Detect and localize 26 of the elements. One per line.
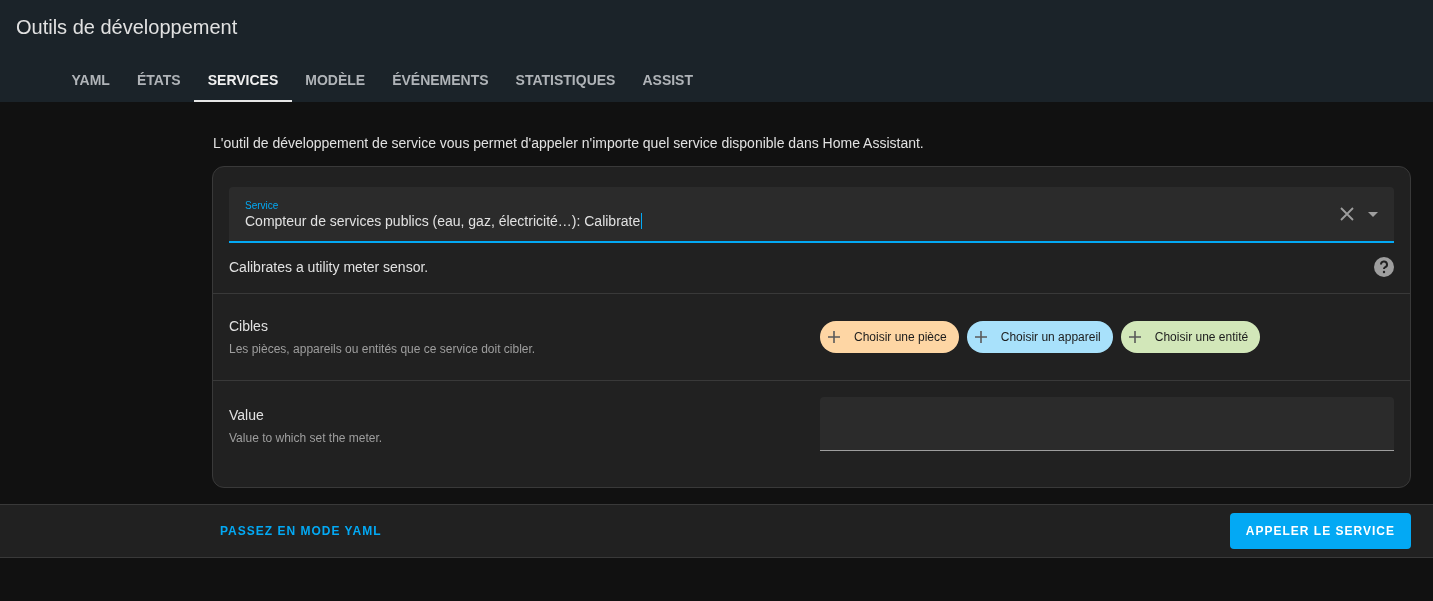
tab[interactable]: MODÈLE [291,60,379,102]
value-title: Value [229,407,265,423]
service-combobox[interactable]: Service Compteur de services publics (eau, gaz, électricité…): Calibrate [229,187,1394,243]
help-icon[interactable] [1374,257,1394,277]
close-icon[interactable] [1340,207,1354,221]
plus-icon [828,331,840,343]
yaml-mode-link[interactable]: PASSEZ EN MODE YAML [220,524,382,538]
targets-title: Cibles [229,318,269,334]
tab[interactable]: ASSIST [628,60,707,102]
value-input-field[interactable] [820,397,1394,451]
plus-icon [1128,331,1141,343]
target-chip[interactable]: Choisir un appareil [966,321,1113,353]
tab[interactable]: YAML [58,60,124,102]
intro-text: L'outil de développement de service vous permet d'appeler n'importe quel service disponible dans Home Assistant. [213,135,925,151]
plus-icon [974,331,987,343]
targets-description: Les pièces, appareils ou entités que ce service doit cibler. [229,342,537,356]
tab[interactable]: ÉTATS [123,60,195,102]
target-chip[interactable]: Choisir une entité [1120,321,1261,353]
tab[interactable]: ÉVÉNEMENTS [378,60,503,102]
target-chip[interactable]: Choisir une pièce [820,321,959,353]
service-description: Calibrates a utility meter sensor. [229,259,429,275]
tab[interactable]: SERVICES [194,60,292,102]
page-title: Outils de développement [15,15,239,40]
value-description: Value to which set the meter. [229,431,384,445]
dropdown-caret-icon[interactable] [1368,211,1378,217]
tab[interactable]: STATISTIQUES [502,60,629,102]
